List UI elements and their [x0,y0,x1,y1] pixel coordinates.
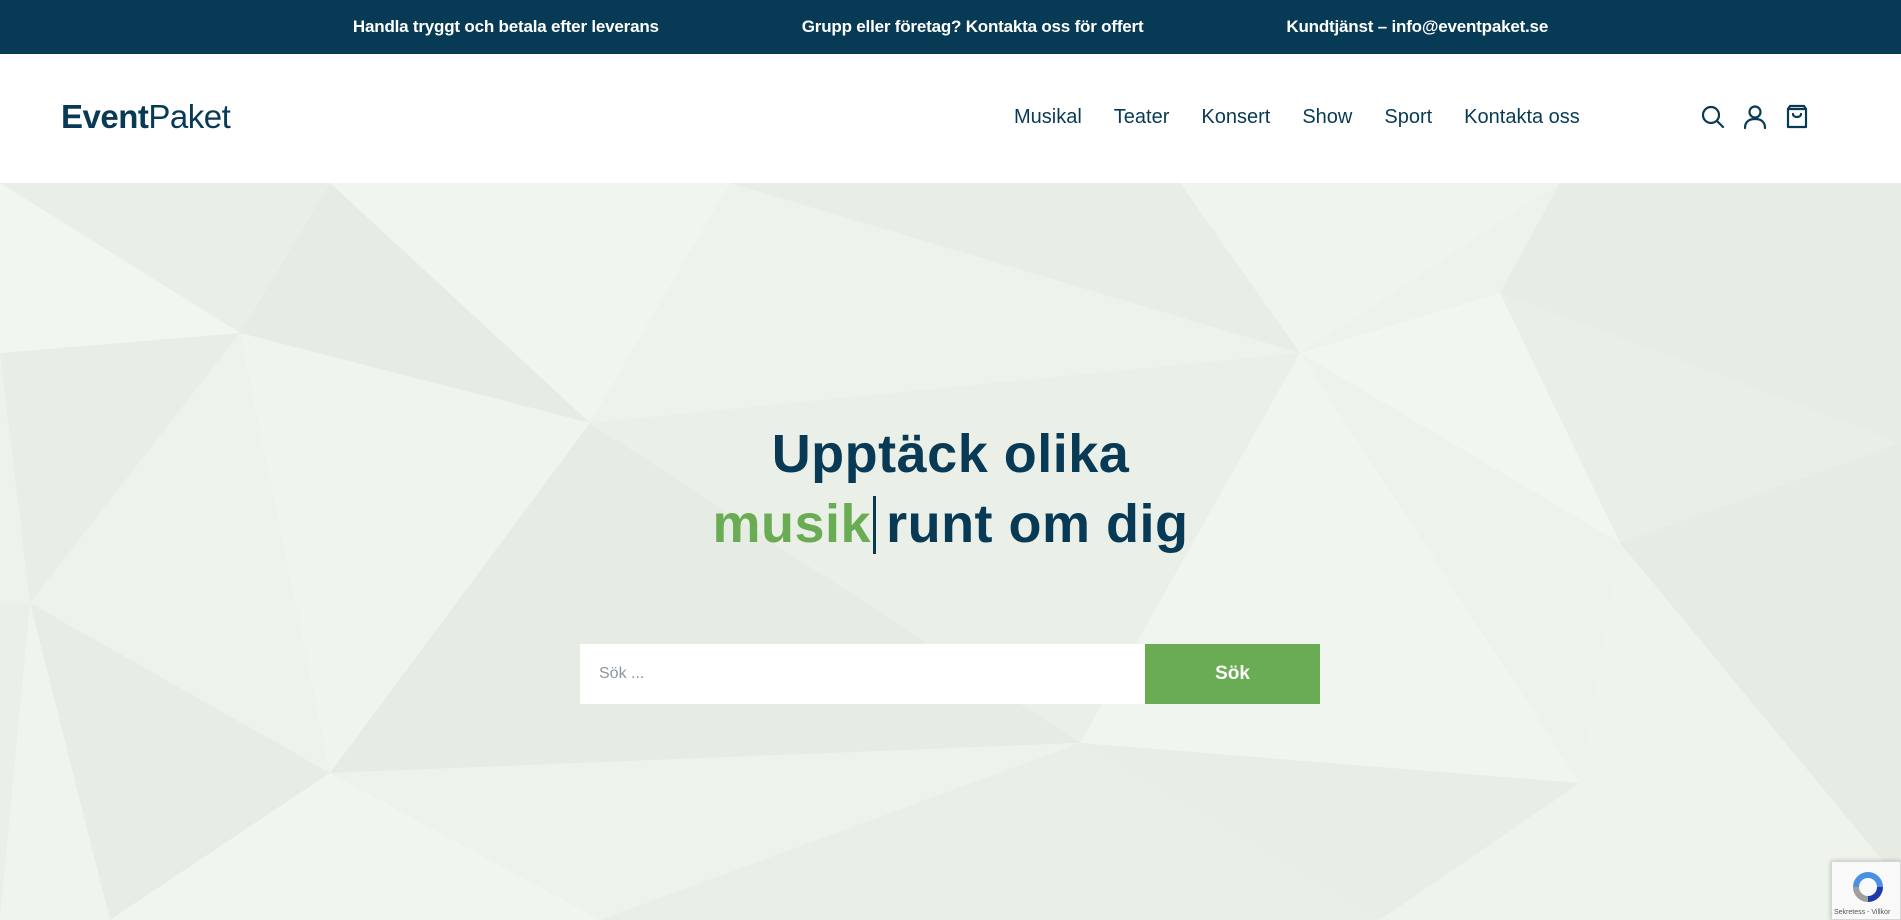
announcement-group-offer: Grupp eller företag? Kontakta oss för of… [801,17,1144,36]
hero-search-input[interactable] [580,644,1145,704]
cart-icon[interactable] [1784,104,1810,130]
nav-konsert[interactable]: Konsert [1201,106,1270,129]
nav-kontakta-oss[interactable]: Kontakta oss [1464,106,1580,129]
nav-musikal[interactable]: Musikal [1014,106,1082,129]
announcement-customer-service: Kundtjänst – info@eventpaket.se [1286,17,1549,36]
hero-section: Upptäck olika musik runt om dig Sök [0,183,1901,920]
announcement-payment: Handla tryggt och betala efter leverans [352,17,659,36]
headline-line-1: Upptäck olika [771,424,1130,484]
nav-sport[interactable]: Sport [1384,106,1432,129]
header-actions [1700,104,1810,130]
logo-bold: Event [61,98,149,135]
recaptcha-badge[interactable]: Sekretess - Villkor [1831,861,1901,920]
recaptcha-icon [1853,872,1883,902]
announcement-bar: Handla tryggt och betala efter leverans … [0,0,1901,54]
nav-show[interactable]: Show [1302,106,1352,129]
search-icon[interactable] [1700,104,1726,130]
main-nav: Musikal Teater Konsert Show Sport Kontak… [1014,106,1612,129]
site-logo[interactable]: EventPaket [61,98,231,136]
hero-headline: Upptäck olika musik runt om dig [0,419,1901,559]
site-header: EventPaket Musikal Teater Konsert Show S… [0,54,1901,183]
headline-accent-word: musik [712,494,872,554]
headline-line-2: runt om dig [886,494,1189,554]
user-icon[interactable] [1742,104,1768,130]
hero-search-form: Sök [580,644,1320,704]
recaptcha-links[interactable]: Sekretess - Villkor [1834,909,1890,916]
hero-search-button[interactable]: Sök [1145,644,1320,704]
nav-teater[interactable]: Teater [1114,106,1170,129]
typing-caret [873,496,877,554]
logo-light: Paket [148,98,231,135]
